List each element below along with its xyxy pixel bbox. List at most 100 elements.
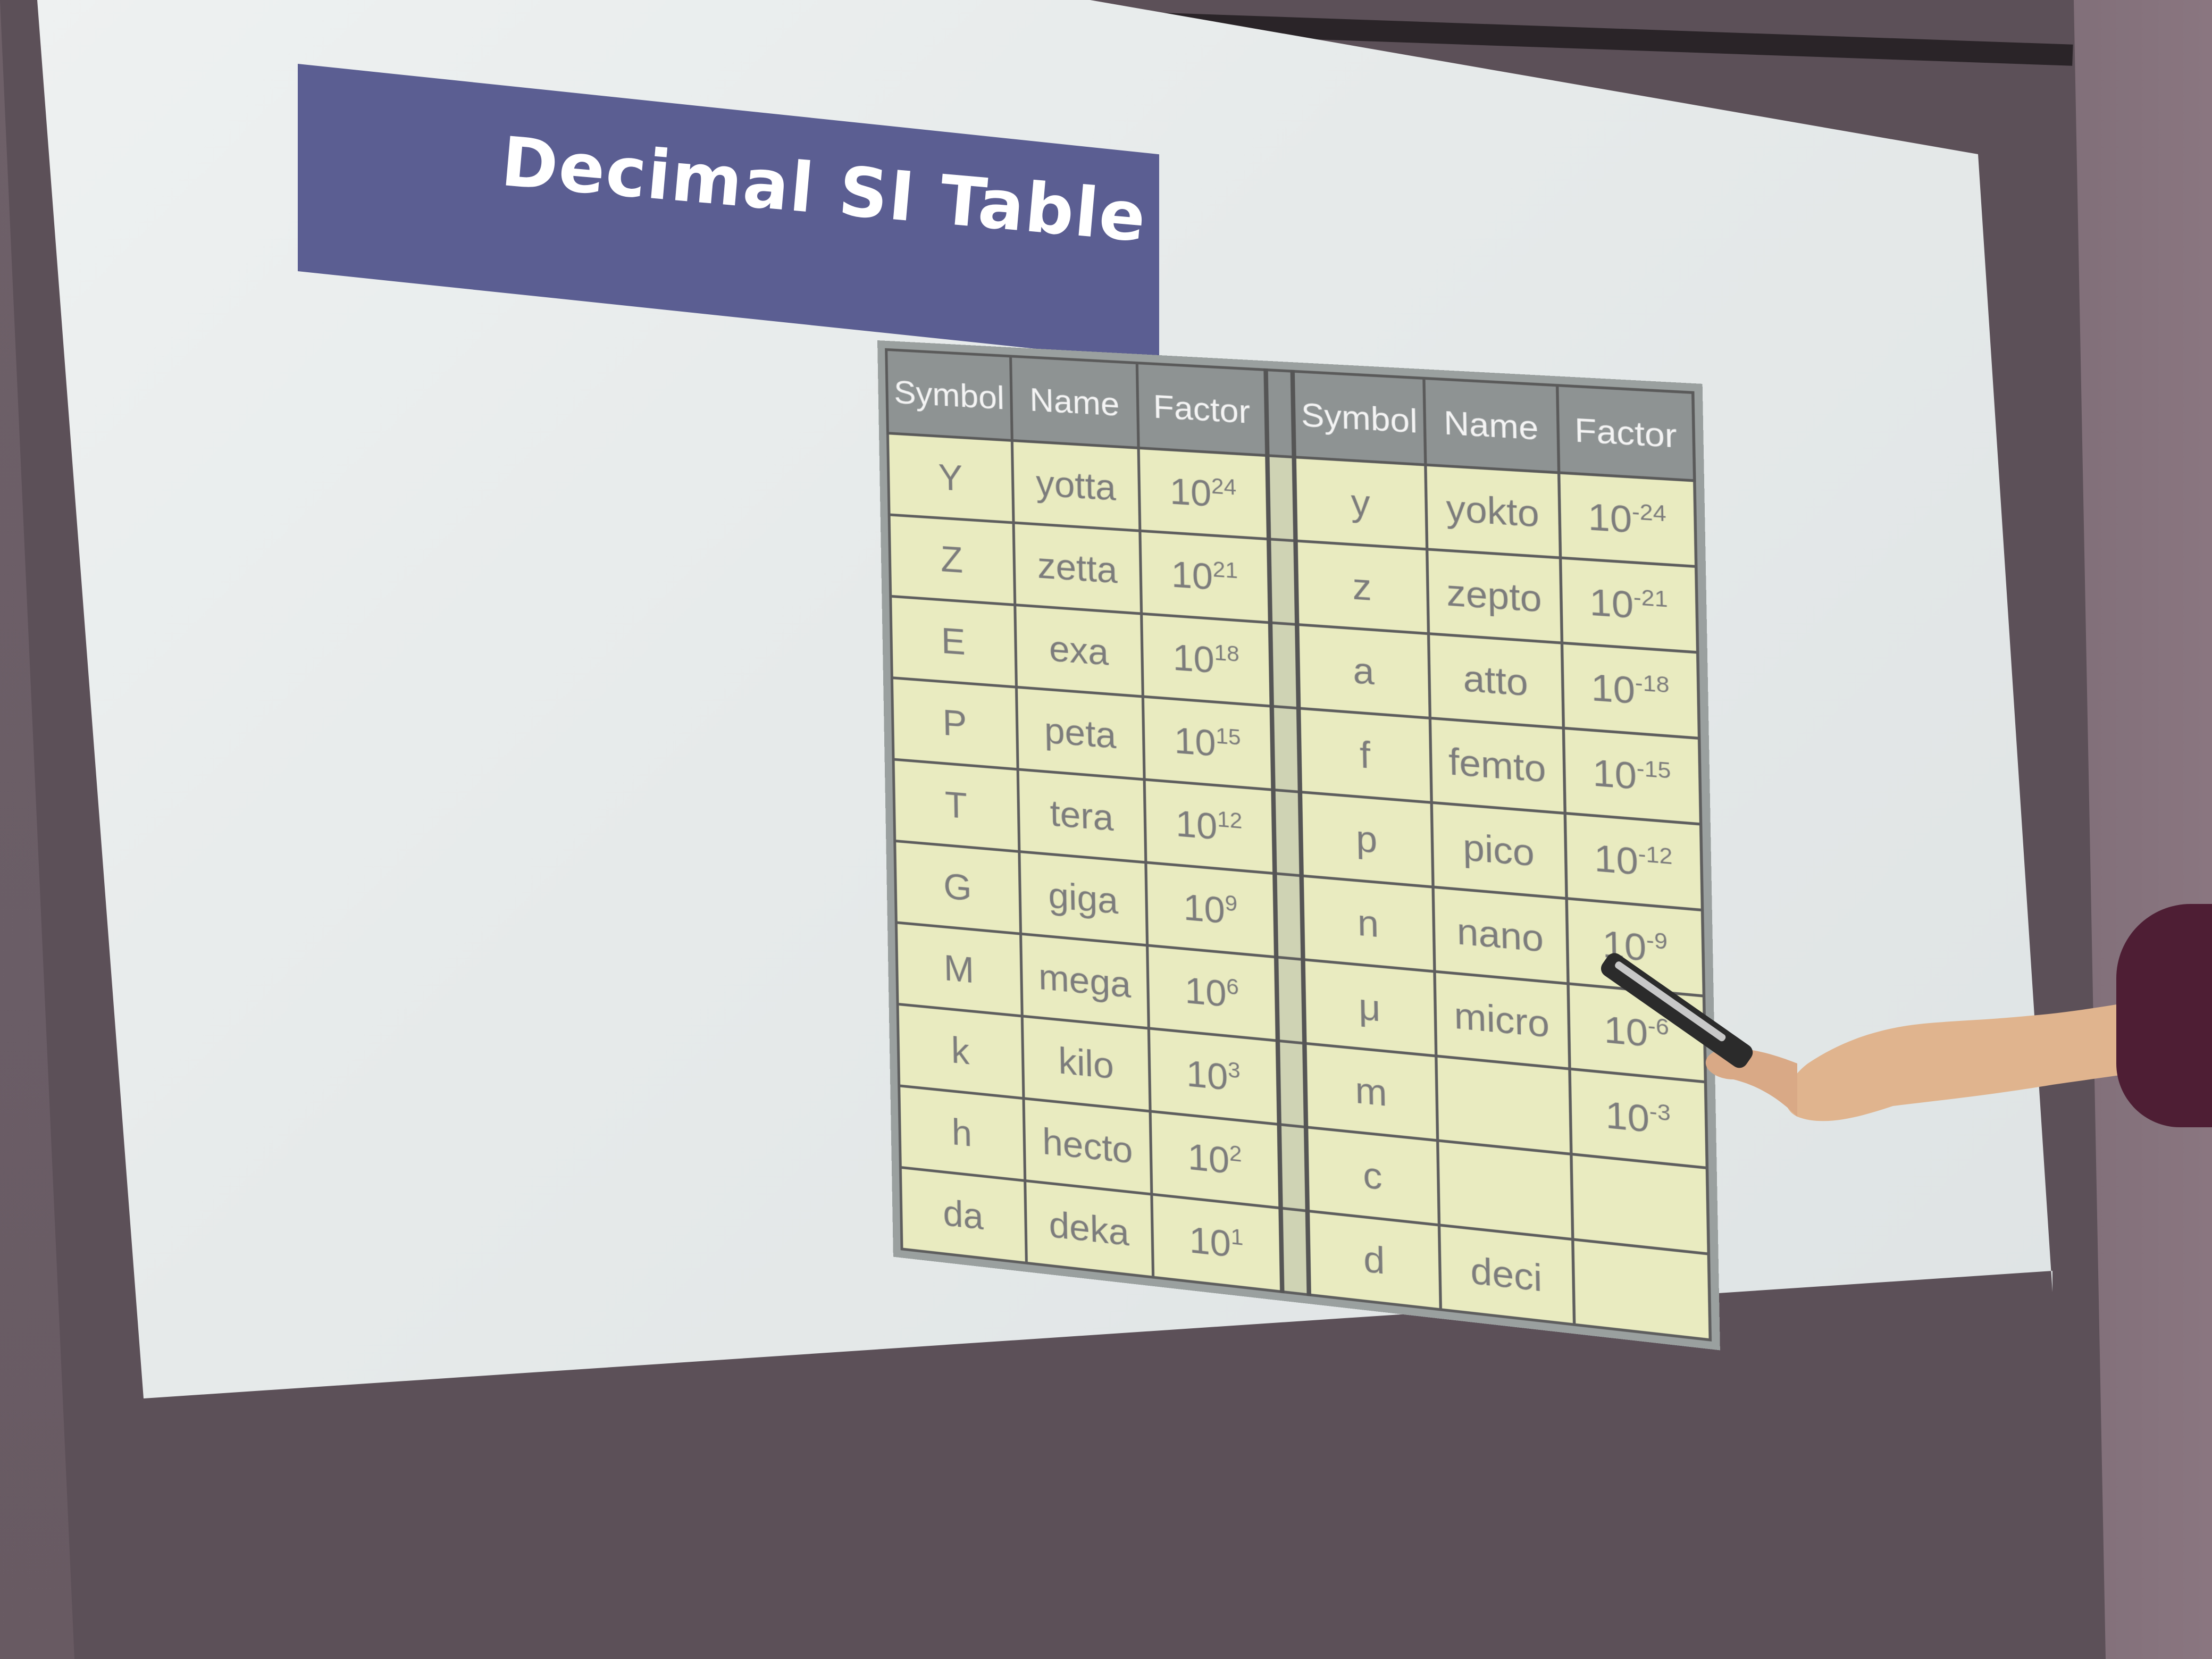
prefix-symbol: n [1301, 875, 1435, 971]
factor-exponent: -12 [1638, 841, 1673, 870]
prefix-factor: 1015 [1143, 697, 1273, 790]
prefix-name: femto [1429, 718, 1565, 814]
header-factor: Factor [1137, 363, 1268, 456]
factor-base: 10 [1592, 751, 1637, 798]
factor-base: 10 [1184, 969, 1227, 1015]
prefix-factor: 10-15 [1563, 728, 1701, 824]
factor-exponent: -15 [1636, 755, 1671, 784]
factor-base: 10 [1186, 1052, 1229, 1099]
prefix-factor: 106 [1147, 945, 1278, 1041]
factor-exponent: 3 [1227, 1057, 1241, 1084]
prefix-symbol: p [1300, 792, 1433, 887]
factor-exponent: 24 [1211, 473, 1237, 500]
column-divider [1266, 370, 1294, 457]
header-symbol: Symbol [1292, 371, 1426, 465]
factor-exponent: -21 [1633, 584, 1668, 613]
column-divider [1267, 455, 1296, 541]
prefix-name: exa [1015, 605, 1143, 697]
factor-exponent: 1 [1230, 1224, 1244, 1251]
prefix-name: atto [1428, 633, 1564, 728]
factor-exponent: 12 [1217, 806, 1243, 834]
prefix-factor: 1018 [1141, 614, 1272, 707]
prefix-name: deka [1025, 1180, 1153, 1278]
column-divider [1269, 539, 1297, 625]
prefix-symbol: k [898, 1004, 1024, 1099]
factor-exponent: -18 [1635, 669, 1670, 698]
prefix-name: pico [1431, 802, 1566, 899]
factor-base: 10 [1175, 802, 1218, 848]
prefix-factor: 10-24 [1559, 472, 1696, 567]
prefix-symbol: c [1306, 1127, 1439, 1225]
factor-base: 10 [1590, 666, 1636, 712]
prefix-name: yokto [1425, 465, 1561, 558]
prefix-factor: 101 [1152, 1194, 1283, 1292]
prefix-factor: 1024 [1138, 448, 1269, 539]
prefix-name: zetta [1013, 522, 1142, 614]
prefix-name: kilo [1022, 1016, 1151, 1111]
prefix-factor: 109 [1146, 862, 1277, 957]
column-divider [1279, 1124, 1308, 1211]
prefix-symbol: G [894, 841, 1021, 934]
column-divider [1271, 706, 1300, 792]
header-name: Name [1010, 356, 1139, 448]
prefix-symbol: M [896, 922, 1023, 1016]
factor-base: 10 [1169, 471, 1212, 515]
factor-base: 10 [1187, 1136, 1230, 1182]
column-divider [1277, 1041, 1306, 1127]
factor-base: 10 [1172, 636, 1215, 681]
header-name: Name [1423, 378, 1559, 473]
prefix-factor: 1021 [1140, 531, 1270, 623]
factor-exponent: 18 [1214, 640, 1240, 667]
prefix-name: hecto [1024, 1098, 1152, 1195]
prefix-factor: 1012 [1144, 779, 1275, 874]
header-factor: Factor [1557, 385, 1695, 481]
prefix-symbol: da [900, 1167, 1027, 1263]
prefix-symbol: f [1298, 708, 1431, 803]
prefix-symbol: μ [1303, 959, 1436, 1056]
factor-exponent: -24 [1631, 498, 1667, 527]
prefix-name: yotta [1012, 440, 1141, 531]
prefix-symbol: E [890, 596, 1017, 688]
column-divider [1270, 622, 1299, 708]
prefix-name: zepto [1427, 549, 1562, 643]
column-divider [1276, 957, 1305, 1044]
prefix-symbol: d [1307, 1211, 1440, 1310]
header-symbol: Symbol [886, 349, 1012, 441]
factor-base: 10 [1188, 1219, 1231, 1266]
factor-base: 10 [1594, 837, 1639, 883]
prefix-symbol: h [899, 1085, 1025, 1181]
column-divider [1280, 1208, 1309, 1295]
prefix-factor: 103 [1149, 1028, 1279, 1125]
prefix-factor: 10-12 [1565, 813, 1703, 910]
prefix-factor: 10-21 [1560, 558, 1698, 652]
prefix-symbol: T [893, 759, 1020, 852]
factor-exponent: 6 [1226, 974, 1239, 1000]
column-divider [1273, 790, 1302, 876]
column-divider [1275, 873, 1303, 960]
prefix-factor: 10-18 [1562, 643, 1699, 739]
factor-exponent: 21 [1212, 556, 1238, 583]
factor-exponent: 9 [1225, 890, 1238, 917]
hand [1705, 1048, 1797, 1117]
factor-exponent: 15 [1215, 723, 1241, 750]
prefix-symbol: y [1294, 457, 1427, 549]
prefix-symbol: m [1304, 1043, 1438, 1141]
factor-base: 10 [1589, 581, 1634, 627]
prefix-name: mega [1020, 934, 1149, 1028]
presenter-arm [1601, 953, 2212, 1121]
prefix-factor: 102 [1150, 1111, 1281, 1208]
factor-base: 10 [1183, 886, 1226, 932]
prefix-symbol: P [892, 677, 1018, 769]
factor-base: 10 [1587, 496, 1632, 541]
prefix-symbol: Z [889, 514, 1015, 605]
prefix-symbol: z [1295, 541, 1429, 634]
sleeve [2116, 904, 2212, 1127]
prefix-name: tera [1018, 769, 1146, 862]
prefix-name: giga [1019, 851, 1147, 945]
factor-base: 10 [1174, 719, 1217, 765]
prefix-name: peta [1016, 687, 1145, 780]
prefix-symbol: a [1297, 624, 1430, 718]
prefix-symbol: Y [887, 433, 1014, 523]
factor-exponent: 2 [1229, 1140, 1242, 1167]
factor-base: 10 [1170, 554, 1213, 598]
